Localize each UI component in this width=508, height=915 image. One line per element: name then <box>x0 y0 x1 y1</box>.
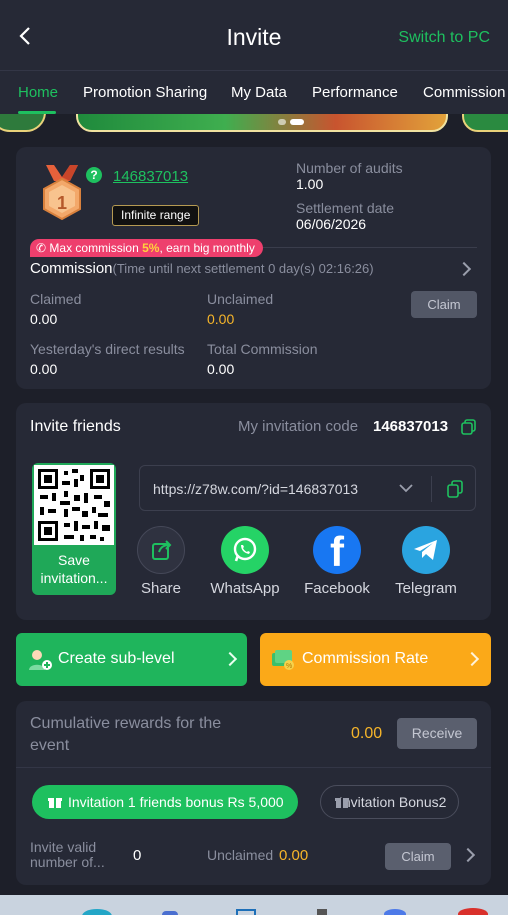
claim-button[interactable]: Claim <box>411 291 477 318</box>
chevron-right-icon[interactable] <box>460 847 476 863</box>
gift-icon <box>48 798 62 808</box>
settlement-date-label: Settlement date <box>296 200 395 216</box>
taskbar-app-icon[interactable] <box>384 909 406 915</box>
total-commission-label: Total Commission <box>207 341 318 357</box>
cumulative-rewards-label: Cumulative rewards for the event <box>30 715 222 754</box>
facebook-share-button[interactable]: f Facebook <box>300 526 374 597</box>
event-unclaimed-label: Unclaimed <box>207 847 274 863</box>
claimed-value: 0.00 <box>30 311 58 327</box>
invitation-bonus-1-label: Invitation 1 friends bonus Rs 5,000 <box>68 794 284 810</box>
receive-button[interactable]: Receive <box>397 718 477 749</box>
help-icon[interactable]: ? <box>86 167 102 183</box>
yesterday-results-label: Yesterday's direct results <box>30 341 185 357</box>
taskbar-app-icon[interactable] <box>458 908 488 915</box>
commission-rate-label: Commission Rate <box>302 650 429 667</box>
promo-highlight: 5% <box>142 241 160 255</box>
facebook-label: Facebook <box>304 580 370 597</box>
unclaimed-label: Unclaimed <box>207 291 274 307</box>
banner-slide-prev[interactable] <box>0 114 46 132</box>
app-header: Invite Switch to PC <box>0 0 508 70</box>
telegram-share-button[interactable]: Telegram <box>389 526 463 597</box>
chevron-down-icon[interactable] <box>399 483 413 493</box>
facebook-icon: f <box>313 526 361 575</box>
infinite-range-badge: Infinite range <box>112 205 200 226</box>
invitation-bonus-2-label: Invitation Bonus2 <box>339 794 447 810</box>
copy-link-icon[interactable] <box>447 480 463 498</box>
svg-text:%: % <box>286 663 292 670</box>
money-icon: % <box>272 650 294 670</box>
switch-to-pc-link[interactable]: Switch to PC <box>398 29 490 47</box>
commission-title: Commission <box>30 260 113 277</box>
whatsapp-label: WhatsApp <box>210 580 280 597</box>
telegram-label: Telegram <box>395 580 457 597</box>
tab-bar: Home Promotion Sharing My Data Performan… <box>0 70 508 114</box>
qr-code-card[interactable]: Save invitation... <box>32 463 116 595</box>
tab-commission[interactable]: Commission <box>423 84 506 101</box>
save-invitation-label: Save invitation... <box>40 552 108 586</box>
invitation-bonus-2-tab[interactable]: Invitation Bonus2 <box>320 785 460 819</box>
claimed-label: Claimed <box>30 291 82 307</box>
taskbar-app-icon[interactable] <box>82 909 112 915</box>
taskbar-app-icon[interactable] <box>317 909 327 915</box>
chevron-right-icon <box>222 651 238 667</box>
user-id-link[interactable]: 146837013 <box>113 168 188 185</box>
gift-icon <box>335 798 349 808</box>
max-commission-badge: ✆ Max commission 5%, earn big monthly <box>30 239 263 257</box>
audits-value: 1.00 <box>296 176 324 192</box>
event-unclaimed-value: 0.00 <box>279 847 309 864</box>
yesterday-results-value: 0.00 <box>30 361 58 377</box>
megaphone-icon: ✆ <box>36 241 47 255</box>
invitation-link-field[interactable]: https://z78w.com/?id=146837013 <box>139 465 476 511</box>
invitation-bonus-1-tab[interactable]: Invitation 1 friends bonus Rs 5,000 <box>32 785 298 819</box>
system-taskbar <box>0 895 508 915</box>
create-sub-level-button[interactable]: Create sub-level <box>16 633 247 686</box>
invite-valid-number-value: 0 <box>133 847 142 864</box>
chevron-right-icon[interactable] <box>456 261 472 277</box>
banner-slide-current[interactable] <box>76 114 448 132</box>
banner-slide-next[interactable] <box>462 114 508 132</box>
commission-card: 1 ? 146837013 Infinite range Number of a… <box>16 147 491 389</box>
taskbar-app-icon[interactable] <box>236 909 256 915</box>
taskbar-app-icon[interactable] <box>162 911 178 915</box>
settlement-date-value: 06/06/2026 <box>296 216 367 232</box>
invite-friends-title: Invite friends <box>30 418 121 435</box>
invite-valid-number-label: Invite valid number of... <box>30 839 105 870</box>
carousel-dot <box>278 119 286 125</box>
share-label: Share <box>140 580 182 597</box>
tab-my-data[interactable]: My Data <box>231 84 287 101</box>
total-commission-value: 0.00 <box>207 361 235 377</box>
whatsapp-icon <box>221 526 269 574</box>
tab-performance[interactable]: Performance <box>312 84 398 101</box>
event-claim-button[interactable]: Claim <box>385 843 451 870</box>
tab-promotion-sharing[interactable]: Promotion Sharing <box>83 84 207 101</box>
share-button[interactable]: Share <box>124 526 198 597</box>
level-number: 1 <box>56 193 67 213</box>
commission-header-row[interactable]: Commission(Time until next settlement 0 … <box>30 260 374 277</box>
settlement-timer: (Time until next settlement 0 day(s) 02:… <box>112 261 374 276</box>
divider <box>16 767 491 768</box>
qr-code-image <box>34 465 114 545</box>
chevron-right-icon <box>464 651 480 667</box>
telegram-icon <box>402 526 450 574</box>
event-rewards-card: Cumulative rewards for the event 0.00 Re… <box>16 701 491 885</box>
cumulative-rewards-value: 0.00 <box>351 725 383 742</box>
carousel-dot-active <box>290 119 304 125</box>
invitation-link-text: https://z78w.com/?id=146837013 <box>153 481 359 497</box>
invite-friends-card: Invite friends My invitation code 146837… <box>16 403 491 620</box>
promo-prefix: Max commission <box>49 241 143 255</box>
divider <box>431 476 432 502</box>
share-icon <box>137 526 185 574</box>
invitation-code-label: My invitation code <box>238 418 359 435</box>
add-user-icon <box>29 650 52 670</box>
promo-suffix: , earn big monthly <box>159 241 255 255</box>
create-sub-level-label: Create sub-level <box>58 650 175 667</box>
invitation-code-value: 146837013 <box>373 418 449 435</box>
unclaimed-value: 0.00 <box>207 311 235 327</box>
promo-banner-carousel[interactable] <box>0 114 508 134</box>
whatsapp-share-button[interactable]: WhatsApp <box>208 526 282 597</box>
commission-rate-button[interactable]: % Commission Rate <box>260 633 491 686</box>
tab-home[interactable]: Home <box>18 84 58 101</box>
audits-label: Number of audits <box>296 160 403 176</box>
copy-code-icon[interactable] <box>461 419 476 435</box>
